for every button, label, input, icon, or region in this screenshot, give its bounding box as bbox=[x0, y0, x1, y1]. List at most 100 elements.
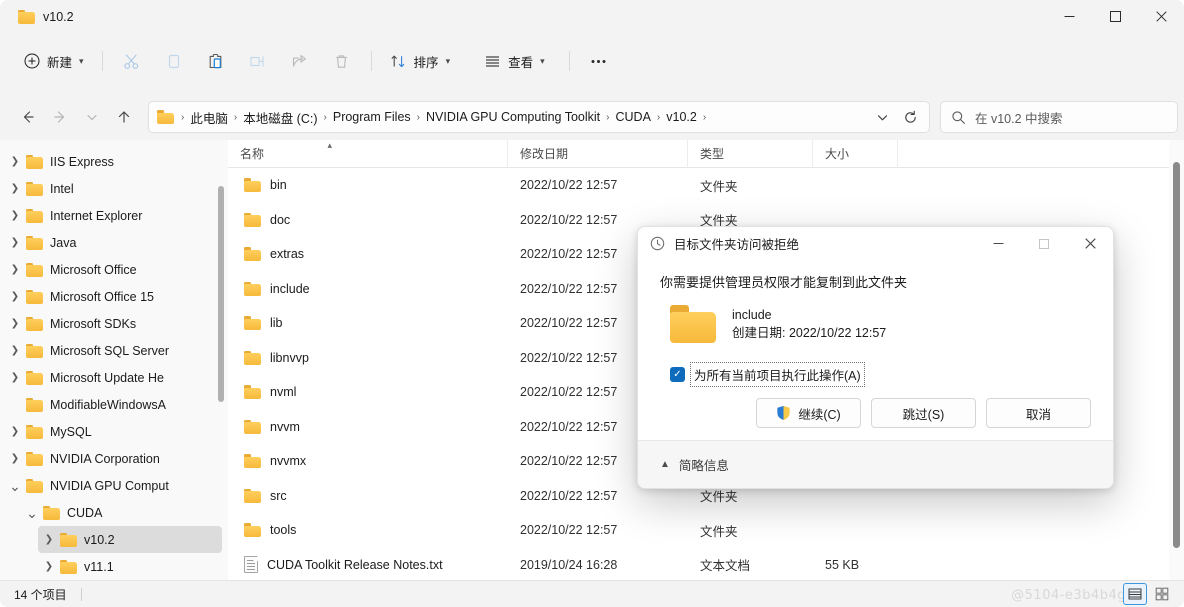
chevron-right-icon[interactable]: ❯ bbox=[4, 291, 26, 302]
breadcrumb-item[interactable]: CUDA bbox=[611, 107, 656, 127]
window-tab-v10-2[interactable]: v10.2 bbox=[14, 0, 84, 33]
forward-button[interactable] bbox=[44, 101, 76, 133]
sidebar-item-iis-express[interactable]: ❯ IIS Express bbox=[4, 148, 222, 175]
chevron-right-icon[interactable]: ❯ bbox=[4, 453, 26, 464]
view-button[interactable]: 查看 ▾ bbox=[474, 45, 555, 77]
paste-button[interactable] bbox=[198, 45, 234, 77]
dialog-minimize-button[interactable] bbox=[975, 227, 1021, 260]
continue-button[interactable]: 继续(C) bbox=[756, 398, 861, 428]
table-row[interactable]: CUDA Toolkit Release Notes.txt 2019/10/24… bbox=[232, 548, 1176, 583]
copy-button[interactable] bbox=[156, 45, 192, 77]
column-header-size[interactable]: 大小 bbox=[813, 139, 898, 168]
file-name-cell: nvml bbox=[232, 385, 508, 400]
chevron-right-icon[interactable]: ❯ bbox=[4, 345, 26, 356]
chevron-down-icon[interactable]: ⌄ bbox=[4, 479, 26, 493]
sidebar-item-modifiablewindowsa[interactable]: ModifiableWindowsA bbox=[4, 391, 222, 418]
view-list-icon bbox=[486, 55, 500, 67]
folder-icon bbox=[244, 385, 261, 400]
folder-icon bbox=[26, 262, 43, 277]
chevron-right-icon[interactable]: ❯ bbox=[4, 372, 26, 383]
sidebar-item-v11-1[interactable]: ❯ v11.1 bbox=[38, 553, 222, 580]
sidebar-item-nvidia-gpu-comput[interactable]: ⌄ NVIDIA GPU Comput bbox=[4, 472, 222, 499]
address-bar[interactable]: › 此电脑 › 本地磁盘 (C:) › Program Files › NVIDIA GPU … bbox=[148, 101, 930, 133]
file-explorer-window: v10.2 新建 ▾ 排序 ▾ 查看 ▾ › 此电脑 › 本地磁盘 (C:) ›… bbox=[0, 0, 1184, 607]
dialog-maximize-button[interactable] bbox=[1021, 227, 1067, 260]
sidebar-item-microsoft-update-he[interactable]: ❯ Microsoft Update He bbox=[4, 364, 222, 391]
folder-icon bbox=[26, 235, 43, 250]
navigation-pane-scrollbar[interactable] bbox=[218, 186, 224, 402]
chevron-right-icon[interactable]: ❯ bbox=[38, 561, 60, 572]
breadcrumb-item[interactable]: NVIDIA GPU Computing Toolkit bbox=[421, 107, 605, 127]
sidebar-item-microsoft-sdks[interactable]: ❯ Microsoft SDKs bbox=[4, 310, 222, 337]
see-more-button[interactable] bbox=[581, 45, 617, 77]
folder-icon bbox=[60, 532, 77, 547]
sort-button[interactable]: 排序 ▾ bbox=[380, 45, 461, 77]
refresh-button[interactable] bbox=[897, 104, 923, 130]
chevron-right-icon[interactable]: ❯ bbox=[4, 237, 26, 248]
chevron-right-icon[interactable]: ❯ bbox=[4, 318, 26, 329]
file-list-scrollbar-thumb[interactable] bbox=[1173, 162, 1180, 548]
address-bar-actions bbox=[869, 104, 923, 130]
search-input[interactable]: 在 v10.2 中搜索 bbox=[940, 101, 1178, 133]
sidebar-item-label: Microsoft Office 15 bbox=[50, 289, 154, 304]
folder-icon bbox=[670, 305, 716, 343]
file-name-cell: include bbox=[232, 281, 508, 296]
address-dropdown-button[interactable] bbox=[869, 104, 895, 130]
chevron-right-icon[interactable]: ❯ bbox=[4, 156, 26, 167]
chevron-right-icon[interactable]: ❯ bbox=[4, 426, 26, 437]
minimize-button[interactable] bbox=[1046, 0, 1092, 33]
table-row[interactable]: tools 2022/10/22 12:57 文件夹 bbox=[232, 513, 1176, 548]
column-header-type-label: 类型 bbox=[700, 147, 725, 161]
delete-button[interactable] bbox=[324, 45, 360, 77]
folder-icon bbox=[244, 212, 261, 227]
rename-button[interactable] bbox=[240, 45, 276, 77]
share-button[interactable] bbox=[282, 45, 318, 77]
table-row[interactable]: bin 2022/10/22 12:57 文件夹 bbox=[232, 168, 1176, 203]
column-header-name[interactable]: 名称 ▴ bbox=[228, 139, 508, 168]
breadcrumb-item[interactable]: 本地磁盘 (C:) bbox=[238, 105, 322, 130]
details-view-button[interactable] bbox=[1123, 583, 1147, 605]
breadcrumb: › 此电脑 › 本地磁盘 (C:) › Program Files › NVIDIA GPU … bbox=[180, 105, 869, 130]
cancel-button[interactable]: 取消 bbox=[986, 398, 1091, 428]
breadcrumb-item[interactable]: Program Files bbox=[328, 107, 416, 127]
sidebar-item-mysql[interactable]: ❯ MySQL bbox=[4, 418, 222, 445]
file-type-cell: 文本文档 bbox=[700, 559, 751, 574]
sidebar-item-nvidia-corporation[interactable]: ❯ NVIDIA Corporation bbox=[4, 445, 222, 472]
dialog-close-button[interactable] bbox=[1067, 227, 1113, 260]
sidebar-item-microsoft-office-15[interactable]: ❯ Microsoft Office 15 bbox=[4, 283, 222, 310]
sidebar-item-intel[interactable]: ❯ Intel bbox=[4, 175, 222, 202]
file-list-scrollbar-track[interactable] bbox=[1169, 140, 1184, 580]
up-button[interactable] bbox=[108, 101, 140, 133]
column-header-type[interactable]: 类型 bbox=[688, 139, 813, 168]
new-button[interactable]: 新建 ▾ bbox=[14, 45, 94, 77]
folder-icon bbox=[26, 451, 43, 466]
sidebar-item-internet-explorer[interactable]: ❯ Internet Explorer bbox=[4, 202, 222, 229]
sidebar-item-v10-2[interactable]: ❯ v10.2 bbox=[38, 526, 222, 553]
chevron-down-icon[interactable]: ⌄ bbox=[21, 506, 43, 520]
large-icons-view-button[interactable] bbox=[1150, 583, 1174, 605]
do-this-for-all-checkbox[interactable]: ✓ 为所有当前项目执行此操作(A) bbox=[670, 362, 1091, 387]
sidebar-item-cuda[interactable]: ⌄ CUDA bbox=[21, 499, 222, 526]
skip-button[interactable]: 跳过(S) bbox=[871, 398, 976, 428]
breadcrumb-item[interactable]: 此电脑 bbox=[185, 105, 233, 130]
column-header-filler bbox=[898, 140, 1178, 168]
chevron-right-icon[interactable]: ❯ bbox=[4, 183, 26, 194]
cut-button[interactable] bbox=[114, 45, 150, 77]
dialog-footer[interactable]: ▲ 简略信息 bbox=[638, 440, 1113, 488]
maximize-button[interactable] bbox=[1092, 0, 1138, 33]
folder-icon bbox=[26, 370, 43, 385]
sidebar-item-java[interactable]: ❯ Java bbox=[4, 229, 222, 256]
sidebar-item-microsoft-sql-server[interactable]: ❯ Microsoft SQL Server bbox=[4, 337, 222, 364]
chevron-right-icon[interactable]: ❯ bbox=[4, 264, 26, 275]
command-toolbar: 新建 ▾ 排序 ▾ 查看 ▾ bbox=[0, 33, 1184, 89]
back-button[interactable] bbox=[12, 101, 44, 133]
folder-icon bbox=[157, 110, 174, 124]
breadcrumb-item[interactable]: v10.2 bbox=[661, 107, 702, 127]
recent-locations-button[interactable] bbox=[76, 101, 108, 133]
folder-icon bbox=[26, 181, 43, 196]
close-button[interactable] bbox=[1138, 0, 1184, 33]
chevron-right-icon[interactable]: ❯ bbox=[4, 210, 26, 221]
chevron-right-icon[interactable]: ❯ bbox=[38, 534, 60, 545]
column-header-date[interactable]: 修改日期 bbox=[508, 139, 688, 168]
sidebar-item-microsoft-office[interactable]: ❯ Microsoft Office bbox=[4, 256, 222, 283]
